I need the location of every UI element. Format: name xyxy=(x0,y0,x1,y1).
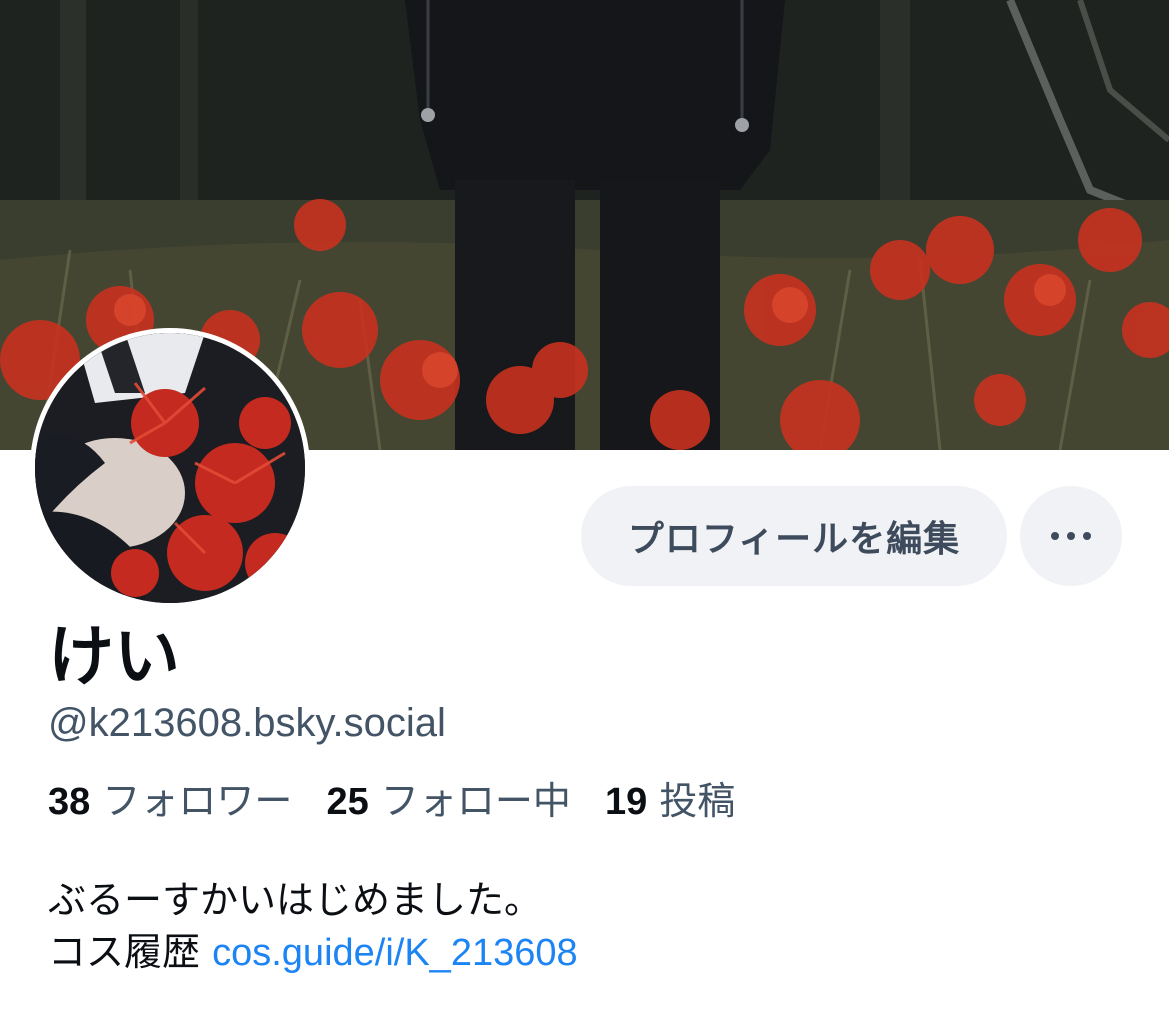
edit-profile-label: プロフィールを編集 xyxy=(627,519,961,560)
followers-stat[interactable]: 38 フォロワー xyxy=(48,779,292,823)
handle: @k213608.bsky.social xyxy=(48,701,446,745)
bio-line-2: コス履歴 cos.guide/i/K_213608 xyxy=(48,926,578,979)
posts-stat: 19 投稿 xyxy=(605,779,735,823)
edit-profile-button[interactable]: プロフィールを編集 xyxy=(581,486,1007,586)
display-name: けい xyxy=(48,618,180,695)
profile-screen: プロフィールを編集 けい @k213608.bsky.social 38 フォロ… xyxy=(0,0,1169,1024)
followers-label: フォロワー xyxy=(102,779,293,823)
posts-count: 19 xyxy=(604,781,648,823)
more-options-button[interactable] xyxy=(1020,486,1122,586)
bio-line-1: ぶるーすかいはじめました。 xyxy=(48,878,543,922)
ellipsis-icon xyxy=(1047,532,1095,540)
following-label: フォロー中 xyxy=(380,779,571,823)
bio-link[interactable]: cos.guide/i/K_213608 xyxy=(212,932,578,974)
following-count: 25 xyxy=(326,781,369,823)
following-stat[interactable]: 25 フォロー中 xyxy=(326,779,570,823)
posts-label: 投稿 xyxy=(659,779,736,823)
followers-count: 38 xyxy=(48,781,91,823)
avatar[interactable] xyxy=(30,328,310,608)
avatar-illustration xyxy=(35,333,305,603)
bio-line-2-prefix: コス履歴 xyxy=(48,930,201,974)
profile-stats: 38 フォロワー 25 フォロー中 19 投稿 xyxy=(48,775,757,828)
profile-bio: ぶるーすかいはじめました。 コス履歴 cos.guide/i/K_213608 xyxy=(48,874,578,979)
avatar-image xyxy=(35,333,305,603)
